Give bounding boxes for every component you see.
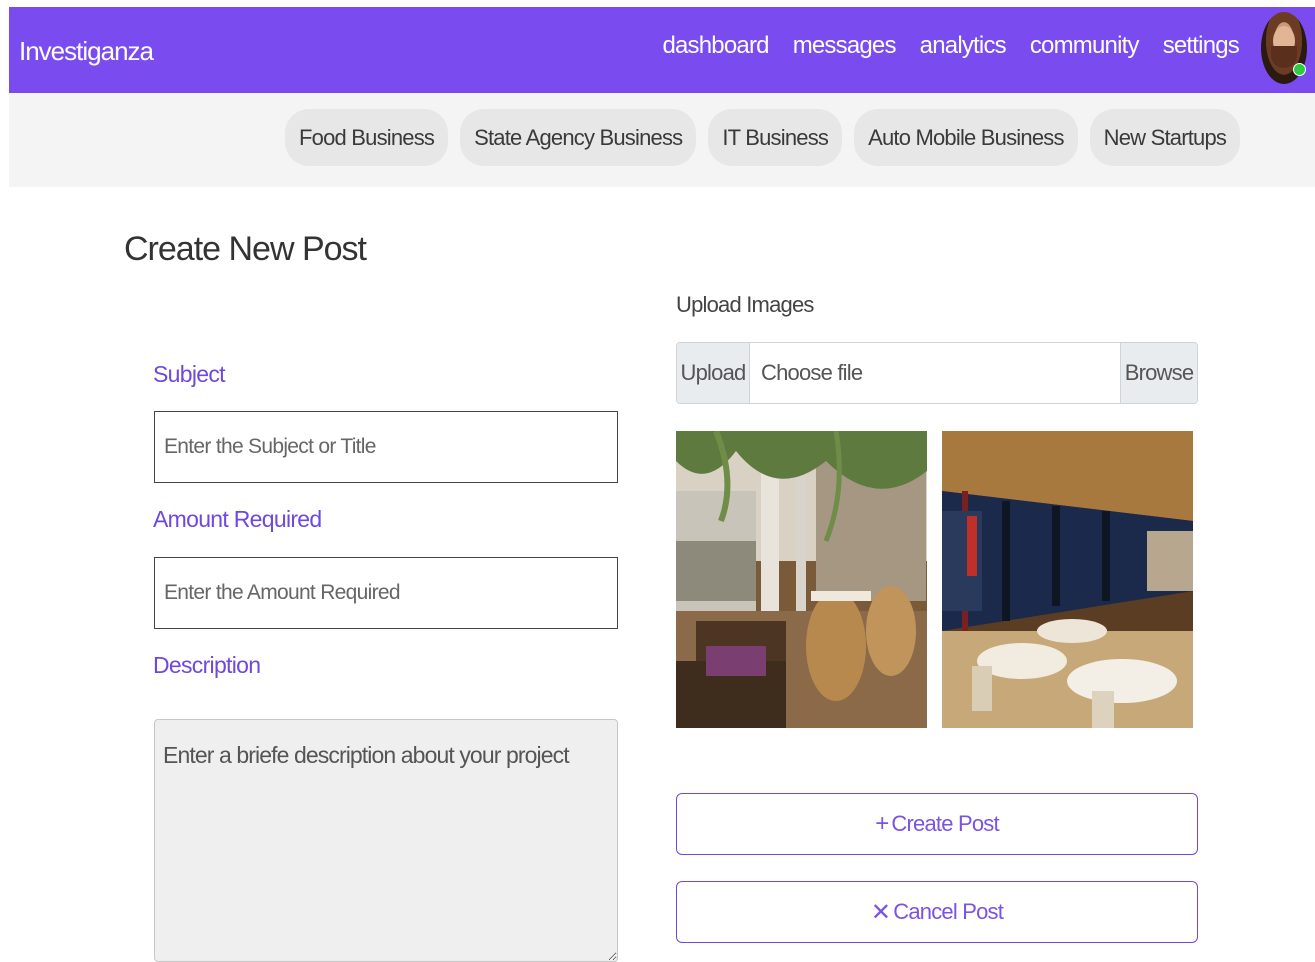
- cancel-post-label: Cancel Post: [893, 899, 1004, 924]
- restaurant-1-picture: [676, 431, 927, 728]
- close-icon: ✕: [870, 898, 891, 926]
- plus-icon: +: [875, 810, 889, 837]
- category-food-business[interactable]: Food Business: [285, 109, 449, 166]
- category-it-business[interactable]: IT Business: [708, 109, 843, 166]
- create-post-button[interactable]: + Create Post: [676, 793, 1198, 855]
- file-upload-group: Upload Choose file Browse: [676, 342, 1198, 404]
- upload-images-label: Upload Images: [676, 292, 814, 317]
- description-textarea[interactable]: [154, 719, 618, 962]
- category-bar: Food Business State Agency Business IT B…: [9, 93, 1315, 187]
- subject-label: Subject: [153, 361, 226, 387]
- create-post-label: Create Post: [891, 811, 999, 836]
- amount-label: Amount Required: [153, 506, 322, 532]
- upload-prefix: Upload: [677, 343, 750, 403]
- subject-input[interactable]: [154, 411, 618, 483]
- nav-links: dashboard messages analytics community s…: [662, 32, 1239, 60]
- browse-button[interactable]: Browse: [1120, 343, 1197, 403]
- category-pills: Food Business State Agency Business IT B…: [285, 109, 1241, 166]
- nav-link-messages[interactable]: messages: [793, 32, 897, 60]
- brand-logo[interactable]: Investiganza: [19, 36, 154, 67]
- category-auto-mobile-business[interactable]: Auto Mobile Business: [854, 109, 1078, 166]
- restaurant-2-picture: [942, 431, 1193, 728]
- page-title: Create New Post: [124, 230, 367, 268]
- category-state-agency-business[interactable]: State Agency Business: [460, 109, 697, 166]
- avatar[interactable]: [1261, 12, 1307, 84]
- choose-file-input[interactable]: Choose file: [750, 343, 1120, 403]
- uploaded-image-restaurant-1[interactable]: [676, 431, 927, 728]
- avatar-beard: [1271, 46, 1297, 68]
- top-navbar: Investiganza dashboard messages analytic…: [9, 7, 1315, 93]
- nav-link-settings[interactable]: settings: [1163, 32, 1240, 60]
- amount-input[interactable]: [154, 557, 618, 629]
- nav-link-community[interactable]: community: [1030, 32, 1140, 60]
- cancel-post-button[interactable]: ✕ Cancel Post: [676, 881, 1198, 943]
- uploaded-image-restaurant-2[interactable]: [942, 431, 1193, 728]
- description-label: Description: [153, 652, 261, 678]
- nav-link-analytics[interactable]: analytics: [920, 32, 1007, 60]
- nav-link-dashboard[interactable]: dashboard: [662, 32, 769, 60]
- online-status-dot: [1293, 63, 1306, 76]
- category-new-startups[interactable]: New Startups: [1089, 109, 1241, 166]
